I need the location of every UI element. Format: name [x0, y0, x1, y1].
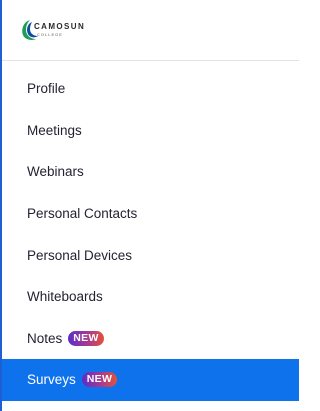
new-badge: NEW [68, 330, 104, 346]
college-logo[interactable]: CAMOSUN COLLEGE [20, 18, 110, 42]
sidebar-item-label: Personal Devices [27, 247, 133, 263]
sidebar-item-label: Notes [27, 330, 63, 346]
sidebar-panel: CAMOSUN COLLEGE Profile Meetings Webinar… [0, 0, 299, 411]
sidebar-item-personal-devices[interactable]: Personal Devices [2, 234, 299, 276]
sidebar-item-label: Surveys [27, 372, 76, 388]
sidebar-item-meetings[interactable]: Meetings [2, 110, 299, 152]
sidebar-item-surveys[interactable]: Surveys NEW [2, 359, 299, 401]
logo-subtitle: COLLEGE [37, 32, 63, 37]
sidebar-item-label: Meetings [27, 122, 82, 138]
sidebar-item-label: Personal Contacts [27, 206, 138, 222]
sidebar-item-label: Webinars [27, 164, 84, 180]
sidebar-item-profile[interactable]: Profile [2, 68, 299, 110]
sidebar-item-personal-contacts[interactable]: Personal Contacts [2, 193, 299, 235]
new-badge: NEW [81, 372, 118, 388]
logo-wordmark: CAMOSUN [34, 22, 86, 31]
sidebar-item-webinars[interactable]: Webinars [2, 151, 299, 193]
sidebar-item-label: Profile [27, 81, 66, 97]
sidebar-item-label: Whiteboards [27, 289, 103, 305]
sidebar-item-notes[interactable]: Notes NEW [2, 318, 299, 360]
sidebar-nav: Profile Meetings Webinars Personal Conta… [2, 68, 299, 401]
sidebar-header: CAMOSUN COLLEGE [2, 0, 299, 60]
header-divider [2, 60, 299, 61]
sidebar-item-whiteboards[interactable]: Whiteboards [2, 276, 299, 318]
